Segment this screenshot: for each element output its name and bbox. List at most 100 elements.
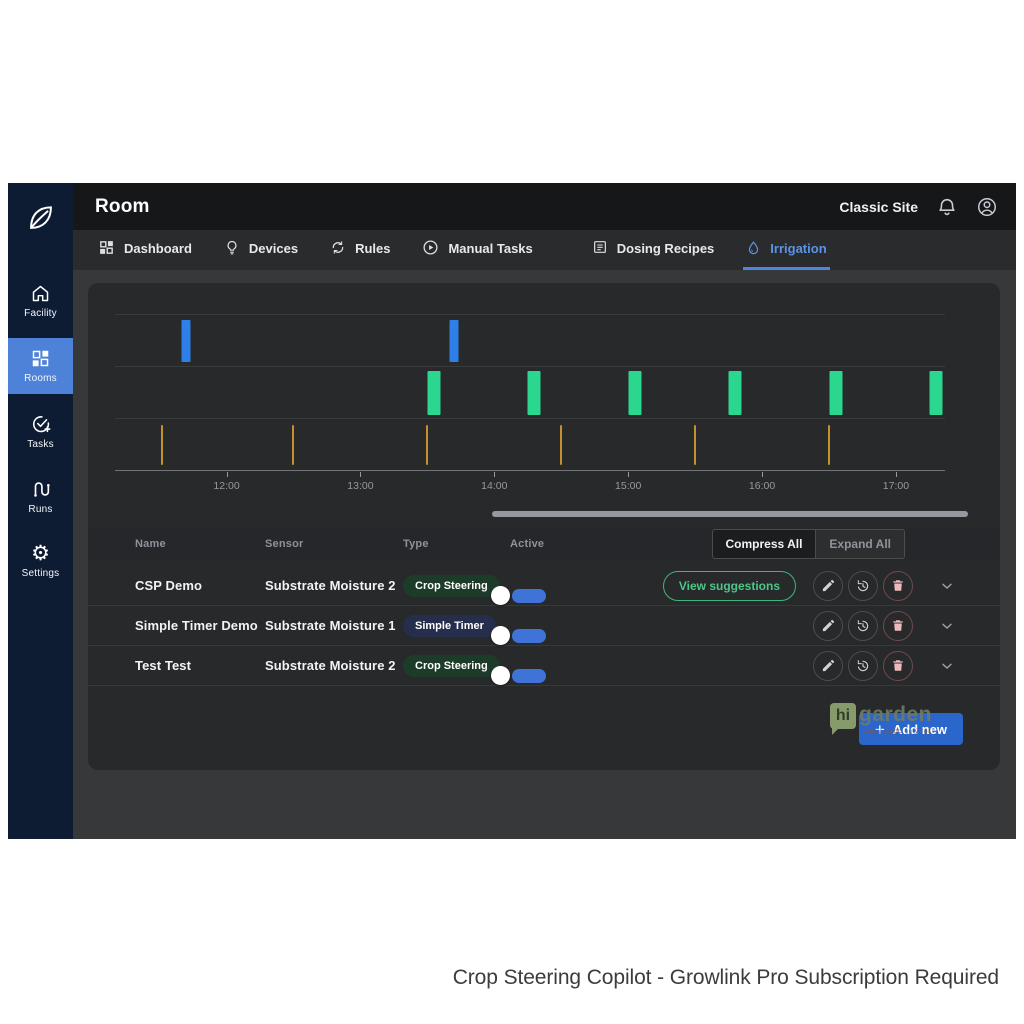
sidebar-item-facility[interactable]: Facility (8, 273, 73, 329)
growlink-leaf-logo (24, 197, 58, 239)
chart-event-marker (450, 320, 459, 362)
axis-tick-mark (628, 472, 629, 477)
lightbulb-icon (224, 239, 240, 259)
edit-button[interactable] (813, 611, 843, 641)
chart-event-marker (930, 371, 943, 415)
chart-event-marker (182, 320, 191, 362)
tab-irrigation[interactable]: Irrigation (743, 230, 829, 270)
table-row: Simple Timer Demo Substrate Moisture 1 S… (88, 606, 1000, 646)
history-button[interactable] (848, 611, 878, 641)
page-title: Room (95, 196, 150, 218)
column-header-active: Active (510, 538, 572, 550)
tab-label: Dashboard (124, 241, 192, 256)
chevron-down-icon[interactable] (939, 658, 955, 674)
chart-event-marker (292, 425, 294, 465)
higarden-tagline: zahrada po celý rok (864, 728, 932, 735)
column-header-sensor: Sensor (265, 538, 403, 550)
play-circle-icon (422, 239, 439, 259)
axis-tick-label: 14:00 (481, 480, 507, 492)
row-name: Test Test (135, 658, 265, 673)
axis-tick-label: 16:00 (749, 480, 775, 492)
tab-label: Rules (355, 241, 390, 256)
droplet-icon (746, 239, 761, 259)
axis-tick-mark (360, 472, 361, 477)
chart-event-marker (729, 371, 742, 415)
axis-tick-mark (762, 472, 763, 477)
edit-button[interactable] (813, 651, 843, 681)
tab-devices[interactable]: Devices (221, 230, 301, 270)
tab-label: Irrigation (770, 241, 826, 256)
chart-lane-blue (115, 314, 945, 366)
tab-dashboard[interactable]: Dashboard (95, 230, 195, 270)
row-sensor: Substrate Moisture 2 (265, 658, 403, 673)
chart-lane-green (115, 366, 945, 418)
chart-scrollbar-thumb[interactable] (492, 511, 968, 517)
rooms-grid-icon (30, 348, 51, 369)
compress-all-button[interactable]: Compress All (713, 530, 816, 558)
tab-label: Manual Tasks (448, 241, 532, 256)
expand-all-button[interactable]: Expand All (815, 530, 904, 558)
irrigation-timeline-chart: 12:0013:0014:0015:0016:0017:00 (115, 314, 945, 496)
type-badge: Simple Timer (403, 615, 496, 637)
row-name: CSP Demo (135, 578, 265, 593)
sidebar-item-settings[interactable]: ⚙ Settings (8, 533, 73, 589)
edit-button[interactable] (813, 571, 843, 601)
chart-event-marker (829, 371, 842, 415)
sidebar-item-label: Settings (22, 568, 60, 579)
runs-route-icon (30, 478, 52, 500)
sidebar-item-tasks[interactable]: Tasks (8, 403, 73, 459)
chart-lane-orange (115, 418, 945, 470)
delete-button[interactable] (883, 651, 913, 681)
chart-time-axis: 12:0013:0014:0015:0016:0017:00 (115, 470, 945, 496)
tab-label: Dosing Recipes (617, 241, 715, 256)
history-button[interactable] (848, 571, 878, 601)
higarden-logo-badge: hi (830, 703, 856, 729)
compress-expand-toggle-group: Compress All Expand All (712, 529, 906, 559)
tab-manual-tasks[interactable]: Manual Tasks (419, 230, 535, 270)
sidebar-item-label: Rooms (24, 373, 57, 384)
chart-event-marker (828, 425, 830, 465)
sidebar-item-runs[interactable]: Runs (8, 468, 73, 524)
column-header-type: Type (403, 538, 510, 550)
site-name[interactable]: Classic Site (839, 199, 918, 215)
chevron-down-icon[interactable] (939, 618, 955, 634)
account-icon[interactable] (976, 196, 998, 218)
table-row: Test Test Substrate Moisture 2 Crop Stee… (88, 646, 1000, 686)
row-sensor: Substrate Moisture 2 (265, 578, 403, 593)
chart-event-marker (426, 425, 428, 465)
chart-event-marker (428, 371, 441, 415)
dashboard-grid-icon (98, 239, 115, 259)
gear-icon: ⚙ (31, 544, 50, 564)
sidebar-item-label: Facility (24, 308, 57, 319)
chart-event-marker (560, 425, 562, 465)
chart-event-marker (628, 371, 641, 415)
sidebar-item-label: Runs (28, 504, 52, 515)
home-icon (30, 283, 51, 304)
sidebar-nav: Facility Rooms (8, 273, 73, 598)
chart-event-marker (161, 425, 163, 465)
sidebar: Facility Rooms (8, 183, 73, 839)
type-badge: Crop Steering (403, 655, 500, 677)
content-area: 12:0013:0014:0015:0016:0017:00 Name Sens… (73, 270, 1016, 839)
chart-event-marker (694, 425, 696, 465)
sidebar-item-rooms[interactable]: Rooms (8, 338, 73, 394)
chevron-down-icon[interactable] (939, 578, 955, 594)
list-icon (592, 239, 608, 258)
irrigation-card: 12:0013:0014:0015:0016:0017:00 Name Sens… (88, 283, 1000, 770)
row-name: Simple Timer Demo (135, 618, 265, 633)
history-button[interactable] (848, 651, 878, 681)
delete-button[interactable] (883, 571, 913, 601)
axis-tick-mark (227, 472, 228, 477)
view-suggestions-button[interactable]: View suggestions (663, 571, 796, 601)
delete-button[interactable] (883, 611, 913, 641)
axis-tick-label: 12:00 (213, 480, 239, 492)
tab-label: Devices (249, 241, 298, 256)
image-caption: Crop Steering Copilot - Growlink Pro Sub… (453, 966, 999, 990)
tab-rules[interactable]: Rules (327, 230, 393, 270)
axis-tick-mark (494, 472, 495, 477)
tab-dosing-recipes[interactable]: Dosing Recipes (589, 230, 718, 270)
higarden-logo-text: garden (859, 703, 932, 727)
chart-event-marker (528, 371, 541, 415)
bell-icon[interactable] (936, 196, 958, 218)
axis-tick-label: 17:00 (883, 480, 909, 492)
